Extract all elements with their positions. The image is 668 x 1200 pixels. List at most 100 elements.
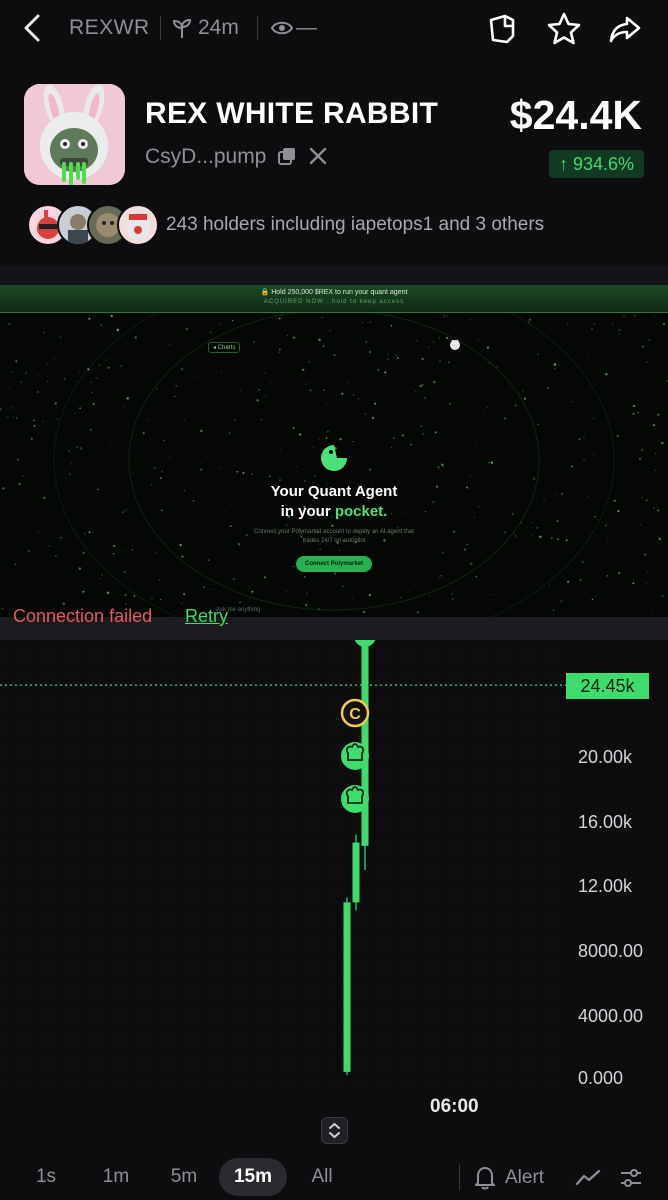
grid-dot — [257, 841, 259, 843]
chart-grid — [5, 649, 559, 1083]
grid-dot — [113, 973, 115, 975]
star-dot — [347, 381, 349, 383]
trade-marker[interactable] — [354, 640, 376, 647]
grid-dot — [305, 1069, 307, 1071]
grid-dot — [485, 829, 487, 831]
grid-dot — [197, 673, 199, 675]
chef-marker-icon[interactable] — [341, 742, 369, 770]
grid-dot — [185, 913, 187, 915]
star-dot — [195, 351, 197, 353]
grid-dot — [29, 649, 31, 651]
grid-dot — [293, 661, 295, 663]
grid-dot — [533, 1045, 535, 1047]
grid-dot — [77, 841, 79, 843]
grid-dot — [149, 745, 151, 747]
grid-dot — [161, 913, 163, 915]
grid-dot — [401, 865, 403, 867]
grid-dot — [77, 793, 79, 795]
grid-dot — [17, 721, 19, 723]
grid-dot — [509, 817, 511, 819]
timeframe-5m[interactable]: 5m — [160, 1158, 208, 1196]
timeframe-1s[interactable]: 1s — [24, 1158, 68, 1196]
star-dot — [78, 371, 80, 373]
grid-dot — [461, 865, 463, 867]
grid-dot — [281, 697, 283, 699]
grid-dot — [89, 745, 91, 747]
star-dot — [120, 365, 123, 368]
star-dot — [216, 455, 218, 458]
grid-dot — [221, 1009, 223, 1011]
grid-dot — [329, 1069, 331, 1071]
star-dot — [318, 338, 321, 342]
grid-dot — [29, 757, 31, 759]
grid-dot — [497, 937, 499, 939]
grid-dot — [401, 901, 403, 903]
grid-dot — [137, 661, 139, 663]
grid-dot — [305, 877, 307, 879]
sticker-icon[interactable] — [483, 10, 521, 48]
star-dot — [101, 573, 104, 576]
grid-dot — [161, 1069, 163, 1071]
grid-dot — [437, 985, 439, 987]
settings-sliders-icon[interactable] — [619, 1166, 643, 1190]
timeframe-15m[interactable]: 15m — [219, 1158, 287, 1196]
chef-marker-icon[interactable] — [341, 785, 369, 813]
grid-dot — [17, 1081, 19, 1083]
grid-dot — [413, 757, 415, 759]
grid-dot — [389, 769, 391, 771]
star-icon[interactable] — [545, 10, 583, 48]
grid-dot — [317, 649, 319, 651]
star-dot — [390, 324, 393, 327]
grid-dot — [281, 829, 283, 831]
grid-dot — [509, 1021, 511, 1023]
grid-dot — [341, 913, 343, 915]
grid-dot — [77, 865, 79, 867]
grid-dot — [329, 985, 331, 987]
x-twitter-icon[interactable] — [308, 146, 328, 166]
line-chart-icon[interactable] — [575, 1166, 601, 1190]
grid-dot — [485, 1057, 487, 1059]
grid-dot — [473, 793, 475, 795]
grid-dot — [437, 841, 439, 843]
timeframe-1m[interactable]: 1m — [92, 1158, 140, 1196]
back-icon[interactable] — [16, 10, 48, 46]
preview-nav-chip[interactable]: ◂ Charts — [208, 342, 241, 353]
grid-dot — [269, 769, 271, 771]
grid-dot — [257, 1009, 259, 1011]
star-dot — [420, 425, 422, 427]
alert-button[interactable]: Alert — [505, 1167, 544, 1189]
copy-icon[interactable] — [277, 146, 297, 166]
grid-dot — [29, 937, 31, 939]
grid-dot — [449, 1021, 451, 1023]
grid-dot — [269, 1021, 271, 1023]
grid-dot — [389, 709, 391, 711]
bell-icon[interactable] — [474, 1166, 496, 1190]
retry-link[interactable]: Retry — [185, 606, 228, 627]
grid-dot — [101, 997, 103, 999]
grid-dot — [65, 745, 67, 747]
star-dot — [649, 400, 650, 402]
grid-dot — [161, 997, 163, 999]
grid-dot — [41, 1057, 43, 1059]
expand-chart-button[interactable] — [321, 1117, 348, 1144]
price-chart[interactable]: C — [0, 640, 668, 1100]
token-address[interactable]: CsyD...pump — [145, 145, 266, 169]
star-dot — [14, 563, 17, 566]
grid-dot — [473, 1057, 475, 1059]
grid-dot — [557, 1033, 559, 1035]
grid-dot — [257, 997, 259, 999]
timeframe-all[interactable]: All — [300, 1158, 344, 1196]
grid-dot — [137, 997, 139, 999]
grid-dot — [329, 1021, 331, 1023]
holders-summary[interactable]: 243 holders including iapetops1 and 3 ot… — [166, 214, 544, 236]
grid-dot — [41, 853, 43, 855]
grid-dot — [65, 709, 67, 711]
share-icon[interactable] — [607, 10, 645, 48]
grid-dot — [437, 805, 439, 807]
star-dot — [209, 331, 212, 334]
holder-avatars[interactable] — [27, 204, 159, 246]
connect-polymarket-button[interactable]: Connect Polymarket — [296, 556, 372, 572]
grid-dot — [161, 925, 163, 927]
grid-dot — [377, 661, 379, 663]
star-dot — [325, 437, 328, 439]
